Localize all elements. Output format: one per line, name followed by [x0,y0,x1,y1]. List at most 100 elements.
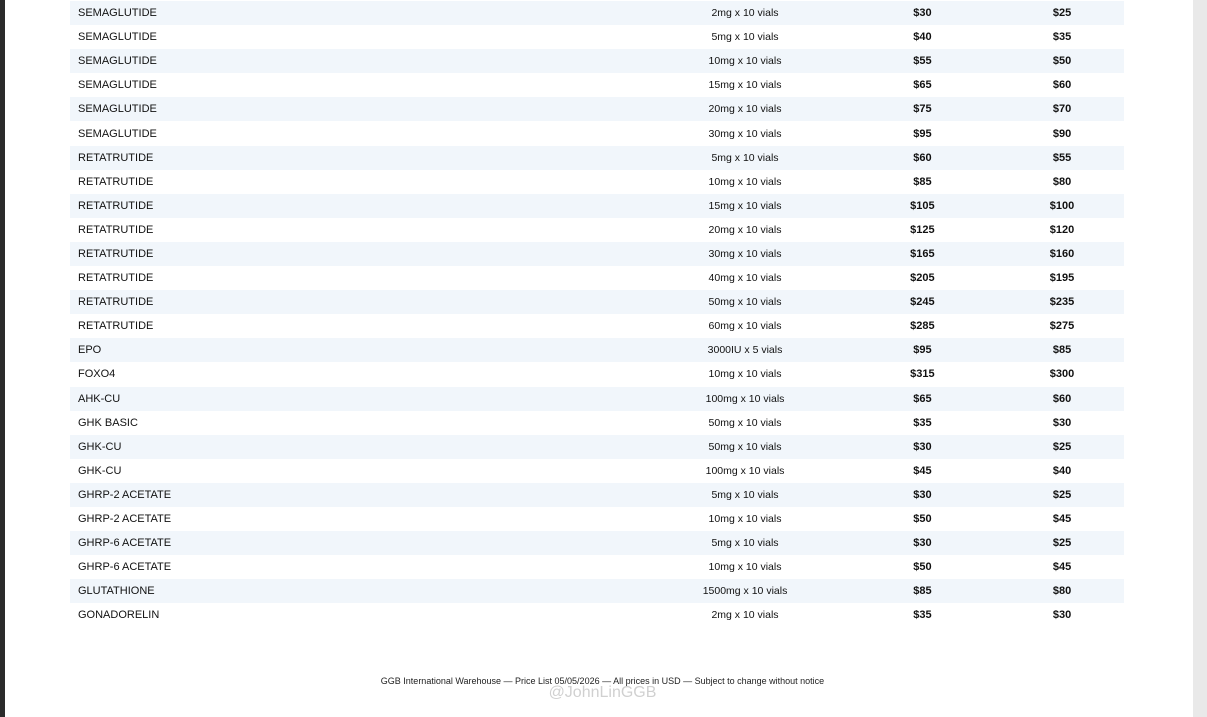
price-tier1-cell: $35 [913,609,932,622]
product-name-cell: RETATRUTIDE [78,151,154,164]
price-tier2-cell: $80 [1052,585,1072,598]
price-tier2-cell: $80 [1052,175,1072,188]
price-tier1-cell: $30 [913,440,932,453]
viewer-scroll-gutter [1193,0,1207,717]
table-row: SEMAGLUTIDE 15mg x 10 vials $65 $60 [70,73,1124,97]
price-tier2-cell: $120 [1049,223,1075,236]
price-tier2-cell: $300 [1049,368,1075,381]
pack-size-cell: 15mg x 10 vials [708,79,782,92]
table-row: SEMAGLUTIDE 5mg x 10 vials $40 $35 [70,25,1124,49]
product-name-cell: GHRP-6 ACETATE [78,537,172,550]
table-row: RETATRUTIDE 5mg x 10 vials $60 $55 [70,145,1124,170]
price-tier1-cell: $85 [913,585,932,598]
price-tier1-cell: $125 [910,223,935,236]
pack-size-cell: 50mg x 10 vials [708,440,782,453]
product-name-cell: GHRP-2 ACETATE [78,513,172,526]
product-name-cell: SEMAGLUTIDE [78,55,157,68]
product-name-cell: RETATRUTIDE [78,296,154,309]
price-tier2-cell: $70 [1052,103,1072,116]
product-name-cell: SEMAGLUTIDE [78,127,157,140]
price-tier2-cell: $85 [1052,344,1072,357]
pack-size-cell: 50mg x 10 vials [708,416,782,429]
price-tier2-cell: $160 [1049,247,1075,260]
price-tier1-cell: $30 [913,488,932,501]
price-tier1-cell: $75 [913,103,932,116]
table-row: SEMAGLUTIDE 10mg x 10 vials $55 $50 [70,49,1124,74]
price-tier2-cell: $235 [1049,296,1075,309]
pack-size-cell: 30mg x 10 vials [708,247,782,260]
table-row: FOXO4 10mg x 10 vials $315 $300 [70,362,1124,386]
pack-size-cell: 5mg x 10 vials [711,31,779,44]
price-tier1-cell: $205 [910,272,935,285]
price-tier1-cell: $245 [910,296,935,309]
table-row: GHRP-6 ACETATE 10mg x 10 vials $50 $45 [70,555,1124,579]
price-tier1-cell: $60 [913,151,932,164]
product-name-cell: GHK-CU [78,464,122,477]
price-tier2-cell: $55 [1052,151,1072,164]
pack-size-cell: 10mg x 10 vials [708,561,782,574]
table-row: SEMAGLUTIDE 30mg x 10 vials $95 $90 [70,121,1124,145]
price-tier1-cell: $65 [913,392,932,405]
price-tier2-cell: $100 [1049,199,1075,212]
price-tier2-cell: $60 [1052,79,1072,92]
price-tier2-cell: $90 [1052,127,1072,140]
table-row: GHK-CU 100mg x 10 vials $45 $40 [70,459,1124,483]
pack-size-cell: 2mg x 10 vials [711,609,779,622]
product-name-cell: RETATRUTIDE [78,223,154,236]
price-tier2-cell: $45 [1052,561,1072,574]
pack-size-cell: 10mg x 10 vials [708,175,782,188]
product-name-cell: GHRP-6 ACETATE [78,561,172,574]
price-tier1-cell: $35 [913,416,932,429]
product-name-cell: RETATRUTIDE [78,320,154,333]
price-tier2-cell: $30 [1052,609,1072,622]
price-tier1-cell: $165 [910,247,935,260]
pack-size-cell: 100mg x 10 vials [705,464,785,477]
pack-size-cell: 20mg x 10 vials [708,103,782,116]
watermark: @JohnLinGGB [548,684,657,701]
price-tier2-cell: $50 [1052,55,1072,68]
pack-size-cell: 1500mg x 10 vials [702,585,788,598]
price-table: SEMAGLUTIDE 2mg x 10 vials $30 $25 SEMAGLUTI… [70,1,1124,627]
product-name-cell: RETATRUTIDE [78,175,154,188]
pack-size-cell: 60mg x 10 vials [708,320,782,333]
product-name-cell: GHK-CU [78,440,122,453]
pack-size-cell: 10mg x 10 vials [708,513,782,526]
table-row: SEMAGLUTIDE 2mg x 10 vials $30 $25 [70,1,1124,26]
price-tier2-cell: $45 [1052,513,1072,526]
table-row: RETATRUTIDE 15mg x 10 vials $105 $100 [70,193,1124,218]
price-tier2-cell: $30 [1052,416,1072,429]
price-tier2-cell: $195 [1049,272,1075,285]
price-tier1-cell: $95 [913,344,932,357]
product-name-cell: SEMAGLUTIDE [78,31,157,44]
price-tier1-cell: $285 [910,320,935,333]
table-row: RETATRUTIDE 20mg x 10 vials $125 $120 [70,218,1124,242]
price-tier1-cell: $30 [913,7,932,20]
price-table-body: SEMAGLUTIDE 2mg x 10 vials $30 $25 SEMAGLUTI… [70,1,1124,627]
price-tier2-cell: $25 [1052,537,1072,550]
table-row: RETATRUTIDE 40mg x 10 vials $205 $195 [70,266,1124,290]
table-row: GLUTATHIONE 1500mg x 10 vials $85 $80 [70,579,1124,604]
price-tier2-cell: $35 [1052,31,1072,44]
table-row: RETATRUTIDE 10mg x 10 vials $85 $80 [70,170,1124,194]
price-tier2-cell: $25 [1052,440,1072,453]
product-name-cell: EPO [78,344,102,357]
pack-size-cell: 5mg x 10 vials [711,151,779,164]
product-name-cell: GONADORELIN [78,609,160,622]
table-row: GHRP-6 ACETATE 5mg x 10 vials $30 $25 [70,531,1124,556]
table-row: GHK-CU 50mg x 10 vials $30 $25 [70,434,1124,459]
product-name-cell: SEMAGLUTIDE [78,79,157,92]
product-name-cell: GHK BASIC [78,416,138,429]
pack-size-cell: 10mg x 10 vials [708,368,782,381]
table-row: GONADORELIN 2mg x 10 vials $35 $30 [70,603,1124,627]
price-tier1-cell: $95 [913,127,932,140]
table-row: GHRP-2 ACETATE 5mg x 10 vials $30 $25 [70,482,1124,507]
price-tier1-cell: $55 [913,55,932,68]
price-tier2-cell: $275 [1049,320,1075,333]
pack-size-cell: 20mg x 10 vials [708,223,782,236]
pack-size-cell: 10mg x 10 vials [708,55,782,68]
table-row: AHK-CU 100mg x 10 vials $65 $60 [70,386,1124,411]
price-tier1-cell: $45 [913,464,932,477]
pack-size-cell: 15mg x 10 vials [708,199,782,212]
product-name-cell: FOXO4 [78,368,116,381]
price-tier1-cell: $30 [913,537,932,550]
